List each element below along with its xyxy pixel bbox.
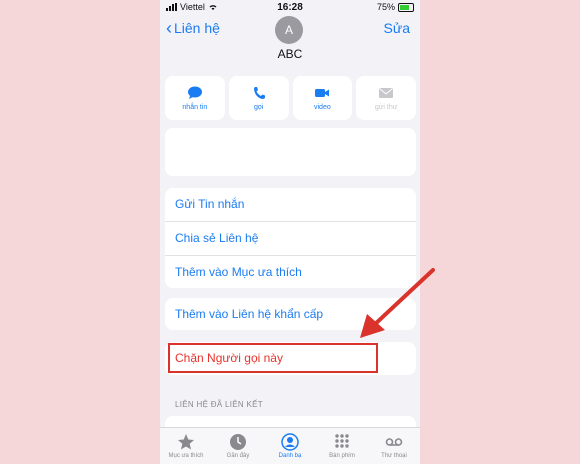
tab-contacts[interactable]: Danh bạ	[264, 428, 316, 464]
tab-keypad-label: Bàn phím	[329, 453, 355, 459]
video-button[interactable]: video	[292, 76, 353, 120]
tab-favorites-label: Mục ưa thích	[168, 453, 204, 459]
share-contact-item[interactable]: Chia sẻ Liên hệ	[165, 222, 416, 256]
tab-voicemail-label: Thư thoại	[381, 453, 407, 459]
video-label: video	[314, 103, 331, 111]
chevron-left-icon: ‹	[166, 18, 172, 38]
tab-voicemail[interactable]: Thư thoại	[368, 428, 420, 464]
tab-favorites[interactable]: Mục ưa thích	[160, 428, 212, 464]
quick-actions: nhắn tin gọi video gửi thư	[165, 76, 416, 120]
clock-icon	[230, 434, 246, 450]
contact-name: ABC	[277, 47, 303, 61]
send-message-item[interactable]: Gửi Tin nhắn	[165, 188, 416, 222]
edit-button[interactable]: Sửa	[384, 20, 411, 36]
tab-recents-label: Gần đây	[226, 453, 250, 459]
tab-bar: Mục ưa thích Gần đây Danh bạ Bàn phím Th…	[160, 427, 420, 464]
message-icon	[187, 86, 202, 99]
call-label: gọi	[253, 103, 264, 111]
mail-button: gửi thư	[356, 76, 416, 120]
tab-keypad[interactable]: Bàn phím	[316, 428, 368, 464]
keypad-icon	[335, 434, 349, 448]
message-label: nhắn tin	[182, 103, 208, 111]
message-button[interactable]: nhắn tin	[165, 76, 225, 120]
phone-icon	[253, 86, 265, 99]
battery-percent: 75%	[376, 2, 395, 12]
avatar: A	[275, 16, 303, 44]
tab-contacts-label: Danh bạ	[278, 453, 302, 459]
status-bar: Viettel 16:28 75%	[160, 0, 420, 14]
video-icon	[315, 88, 330, 97]
highlight-box	[168, 343, 378, 373]
battery-icon	[398, 2, 414, 12]
linked-contacts-header: LIÊN HỆ ĐÃ LIÊN KẾT	[175, 400, 263, 409]
notes-card[interactable]	[165, 128, 416, 176]
contacts-icon	[281, 433, 299, 451]
back-button[interactable]: ‹ Liên hệ	[166, 18, 220, 38]
star-icon	[178, 434, 194, 450]
back-label: Liên hệ	[174, 20, 220, 36]
phone-screen: Viettel 16:28 75% ‹ Liên hệ A Sửa ABC nh…	[160, 0, 420, 464]
pointer-arrow	[360, 268, 435, 338]
mail-icon	[379, 87, 394, 98]
call-button[interactable]: gọi	[228, 76, 289, 120]
mail-label: gửi thư	[374, 103, 398, 111]
tab-recents[interactable]: Gần đây	[212, 428, 264, 464]
voicemail-icon	[385, 438, 403, 446]
